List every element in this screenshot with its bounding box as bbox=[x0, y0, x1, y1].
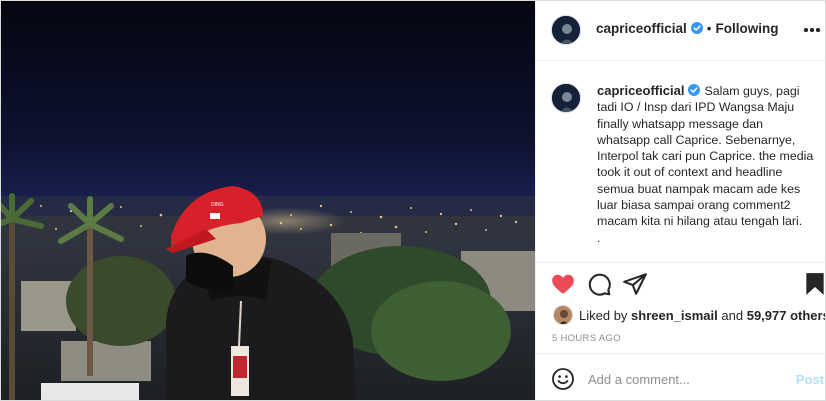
caption-author-avatar[interactable] bbox=[551, 83, 581, 113]
verified-badge-icon bbox=[690, 22, 703, 34]
night-city-photo: DING bbox=[1, 1, 535, 400]
author-username[interactable]: capriceofficial bbox=[596, 21, 687, 36]
paper-plane-icon[interactable] bbox=[622, 271, 648, 297]
header-meta: capriceofficial • Following bbox=[596, 21, 779, 36]
post-comment-button[interactable]: Post bbox=[796, 372, 824, 387]
liker-avatar[interactable] bbox=[553, 305, 573, 325]
liked-by-prefix: Liked by bbox=[579, 307, 628, 323]
more-options-icon[interactable] bbox=[800, 20, 824, 40]
post-side-panel: capriceofficial • Following capriceofficia… bbox=[535, 1, 825, 400]
comment-input[interactable] bbox=[588, 368, 783, 390]
caption-trailing: . bbox=[597, 230, 601, 245]
author-avatar[interactable] bbox=[551, 15, 581, 45]
liked-by-others[interactable]: 59,977 others bbox=[747, 308, 825, 323]
svg-text:DING: DING bbox=[211, 202, 224, 208]
likes-summary: Liked by shreen_ismail and 59,977 others bbox=[553, 305, 825, 325]
verified-badge-icon bbox=[688, 84, 701, 96]
caption-section: capriceofficial Salam guys, pagi tadi IO … bbox=[536, 61, 825, 263]
post-timestamp[interactable]: 5 HOURS AGO bbox=[552, 333, 621, 344]
following-button[interactable]: Following bbox=[716, 21, 779, 36]
header-separator: • bbox=[706, 21, 712, 36]
bookmark-icon[interactable] bbox=[802, 271, 825, 297]
comment-icon[interactable] bbox=[586, 271, 612, 297]
liked-by-user[interactable]: shreen_ismail bbox=[631, 308, 718, 323]
post-photo[interactable]: DING bbox=[1, 1, 535, 400]
comment-bar: Post bbox=[536, 353, 825, 400]
emoji-icon[interactable] bbox=[551, 367, 575, 391]
heart-icon[interactable] bbox=[550, 271, 576, 297]
liked-by-conjunction: and bbox=[721, 307, 744, 323]
post-caption: capriceofficial Salam guys, pagi tadi IO … bbox=[597, 83, 817, 246]
caption-text: Salam guys, pagi tadi IO / Insp dari IPD… bbox=[597, 84, 814, 229]
action-bar bbox=[536, 269, 825, 301]
instagram-post: DING capriceofficial • Following capriceof… bbox=[0, 0, 826, 401]
caption-author-username[interactable]: capriceofficial bbox=[597, 83, 684, 98]
post-header: capriceofficial • Following bbox=[536, 1, 825, 61]
